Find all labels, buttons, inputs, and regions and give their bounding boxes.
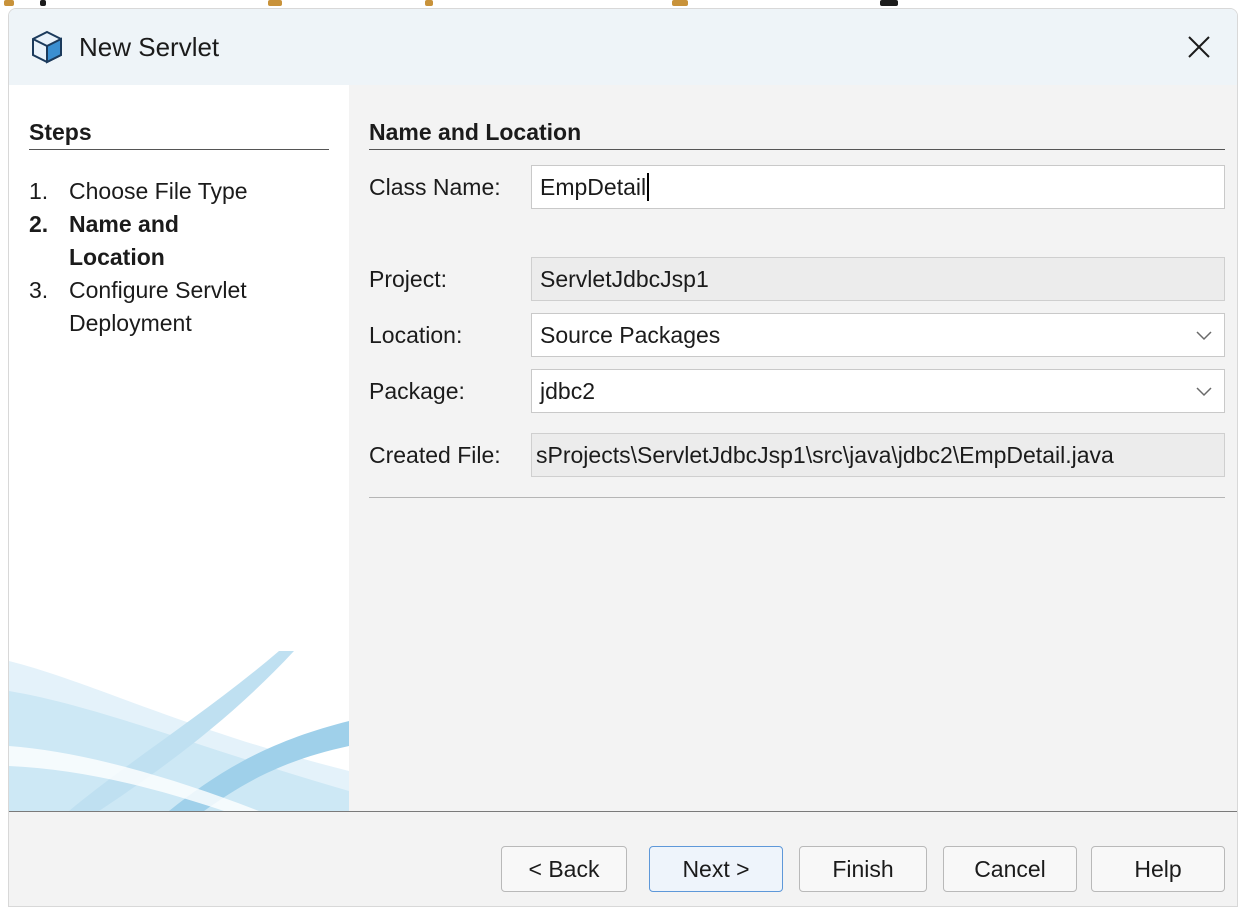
steps-title: Steps [29,119,92,145]
step-configure-servlet-deployment: 3. Configure Servlet Deployment [29,274,339,340]
project-field: ServletJdbcJsp1 [531,257,1225,301]
created-file-value: sProjects\ServletJdbcJsp1\src\java\jdbc2… [536,441,1114,468]
panel-title: Name and Location [369,119,582,145]
close-button[interactable] [1161,9,1237,85]
location-dropdown[interactable]: Source Packages [531,313,1225,357]
chevron-down-icon [1196,331,1212,341]
steps-sidebar: Steps 1. Choose File Type 2. Name and Lo… [9,85,349,811]
text-cursor [647,173,650,201]
step-label: Name and Location [69,211,179,270]
created-file-label: Created File: [369,442,501,468]
wizard-decoration-graphic [9,651,349,811]
class-name-label: Class Name: [369,174,501,200]
dialog-titlebar: New Servlet [9,9,1237,85]
help-button[interactable]: Help [1091,846,1225,892]
name-and-location-panel: Name and Location Class Name: EmpDetail … [349,85,1237,811]
package-dropdown[interactable]: jdbc2 [531,369,1225,413]
package-label: Package: [369,378,465,404]
location-label: Location: [369,322,463,348]
project-value: ServletJdbcJsp1 [540,265,709,292]
cancel-button[interactable]: Cancel [943,846,1077,892]
cube-icon [32,30,62,64]
class-name-input[interactable]: EmpDetail [531,165,1225,209]
step-number: 3. [29,277,49,303]
project-label: Project: [369,266,447,292]
created-file-field: sProjects\ServletJdbcJsp1\src\java\jdbc2… [531,433,1225,477]
next-button[interactable]: Next > [649,846,783,892]
step-label: Configure Servlet Deployment [69,277,247,336]
step-choose-file-type: 1. Choose File Type [29,175,339,208]
back-button[interactable]: < Back [501,846,627,892]
package-value: jdbc2 [540,377,595,404]
class-name-value: EmpDetail [540,173,647,200]
panel-title-divider [369,149,1225,150]
finish-button[interactable]: Finish [799,846,927,892]
chevron-down-icon [1196,387,1212,397]
step-number: 2. [29,211,49,237]
new-servlet-dialog: New Servlet Steps 1. Choose File Type 2.… [8,8,1238,907]
panel-separator [369,497,1225,498]
step-label: Choose File Type [69,178,248,204]
step-number: 1. [29,178,49,204]
close-icon [1188,36,1210,58]
steps-list: 1. Choose File Type 2. Name and Location… [29,175,339,340]
step-name-and-location: 2. Name and Location [29,208,339,274]
dialog-footer: < Back Next > Finish Cancel Help [9,811,1237,906]
steps-divider [29,149,329,150]
dialog-title: New Servlet [79,32,220,62]
location-value: Source Packages [540,321,721,348]
